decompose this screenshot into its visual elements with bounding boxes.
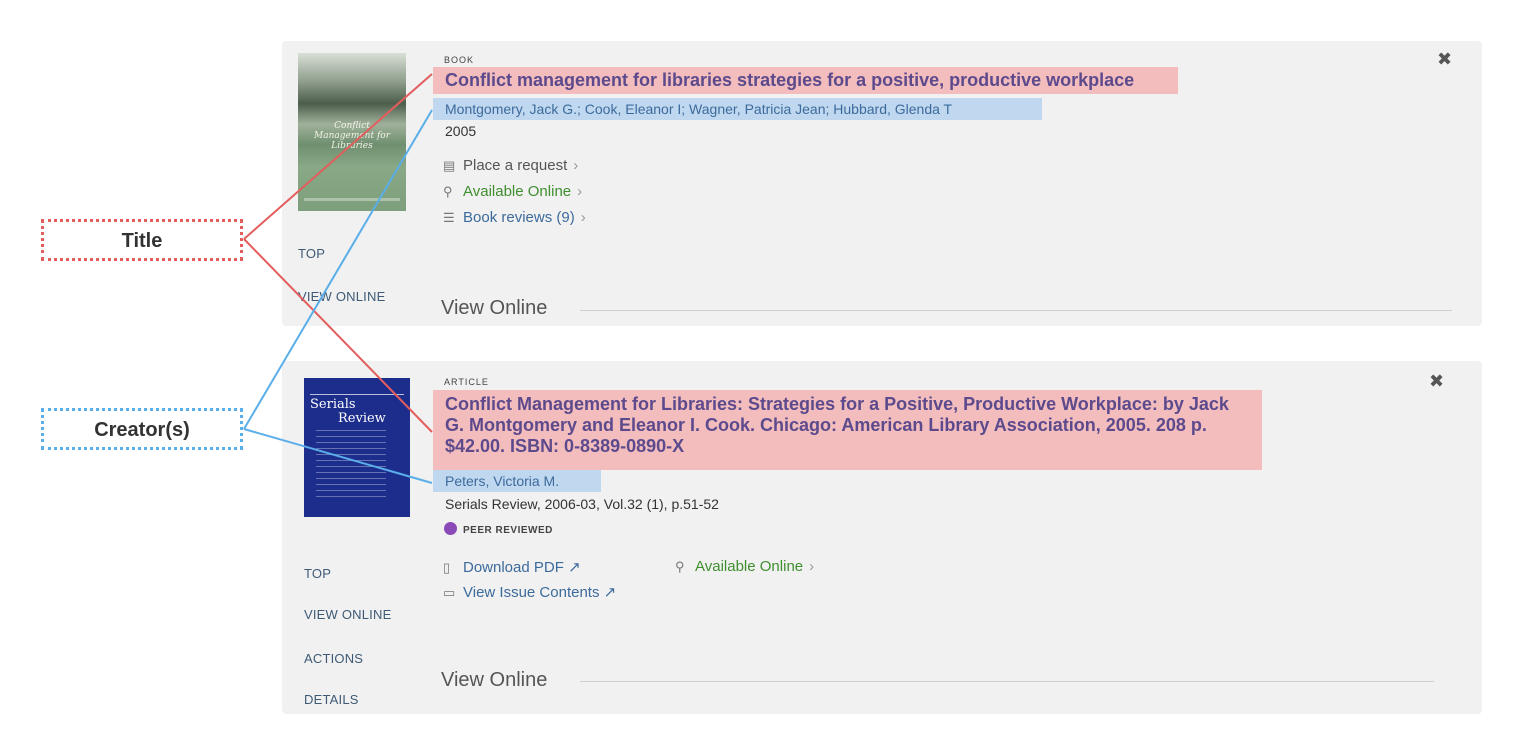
peer-reviewed-badge: PEER REVIEWED xyxy=(444,522,553,536)
publication-date: 2005 xyxy=(445,123,477,139)
side-nav-view-online[interactable]: VIEW ONLINE xyxy=(298,289,385,304)
side-nav-top[interactable]: TOP xyxy=(298,246,325,261)
creator-highlight: Montgomery, Jack G.; Cook, Eleanor I; Wa… xyxy=(433,98,1042,120)
book-cover-thumbnail[interactable]: Conflict Management for Libraries xyxy=(298,53,406,211)
result-title[interactable]: Conflict management for libraries strate… xyxy=(445,70,1134,90)
view-online-heading: View Online xyxy=(441,669,548,691)
journal-cover-thumbnail[interactable]: Serials Review xyxy=(304,378,410,517)
view-issue-contents-link[interactable]: ▭ View Issue Contents ↗ xyxy=(443,583,616,601)
link-icon: ⚲ xyxy=(443,184,453,199)
peer-reviewed-icon xyxy=(444,522,457,535)
resource-type-label: ARTICLE xyxy=(444,377,489,387)
unpin-icon[interactable]: ✖ xyxy=(1437,49,1452,70)
external-link-icon: ↗ xyxy=(568,559,581,576)
result-card-book: Conflict Management for Libraries TOP VI… xyxy=(282,41,1482,326)
pdf-icon: ▯ xyxy=(443,560,451,575)
title-highlight: Conflict Management for Libraries: Strat… xyxy=(433,390,1262,470)
resource-type-label: BOOK xyxy=(444,55,475,65)
result-title[interactable]: Conflict Management for Libraries: Strat… xyxy=(445,394,1262,457)
book-request-icon: ▤ xyxy=(443,158,456,173)
chevron-right-icon: › xyxy=(809,558,815,575)
open-book-icon: ▭ xyxy=(443,585,456,600)
unpin-icon[interactable]: ✖ xyxy=(1429,371,1444,392)
result-creators[interactable]: Peters, Victoria M. xyxy=(445,473,559,489)
creator-highlight: Peters, Victoria M. xyxy=(433,470,601,492)
result-card-article: Serials Review TOP VIEW ONLINE ACTIONS DE… xyxy=(282,361,1482,714)
side-nav-view-online[interactable]: VIEW ONLINE xyxy=(304,607,391,622)
chevron-right-icon: › xyxy=(580,209,586,226)
side-nav-top[interactable]: TOP xyxy=(304,566,331,581)
chevron-right-icon: › xyxy=(573,157,579,174)
view-online-heading: View Online xyxy=(441,297,548,319)
download-pdf-link[interactable]: ▯ Download PDF ↗ xyxy=(443,558,581,576)
chevron-right-icon: › xyxy=(577,183,583,200)
title-highlight: Conflict management for libraries strate… xyxy=(433,67,1178,94)
side-nav-actions[interactable]: ACTIONS xyxy=(304,651,363,666)
title-callout: Title xyxy=(41,219,243,261)
creator-callout: Creator(s) xyxy=(41,408,243,450)
available-online-link[interactable]: ⚲ Available Online › xyxy=(443,183,582,200)
book-reviews-link[interactable]: ☰ Book reviews (9) › xyxy=(443,209,586,226)
result-creators[interactable]: Montgomery, Jack G.; Cook, Eleanor I; Wa… xyxy=(445,101,952,117)
available-online-link[interactable]: ⚲ Available Online › xyxy=(675,558,814,575)
place-request-link[interactable]: ▤ Place a request › xyxy=(443,157,578,174)
reviews-icon: ☰ xyxy=(443,210,455,225)
side-nav-details[interactable]: DETAILS xyxy=(304,692,359,707)
source-citation: Serials Review, 2006-03, Vol.32 (1), p.5… xyxy=(445,496,719,512)
link-icon: ⚲ xyxy=(675,559,685,574)
external-link-icon: ↗ xyxy=(603,584,617,601)
